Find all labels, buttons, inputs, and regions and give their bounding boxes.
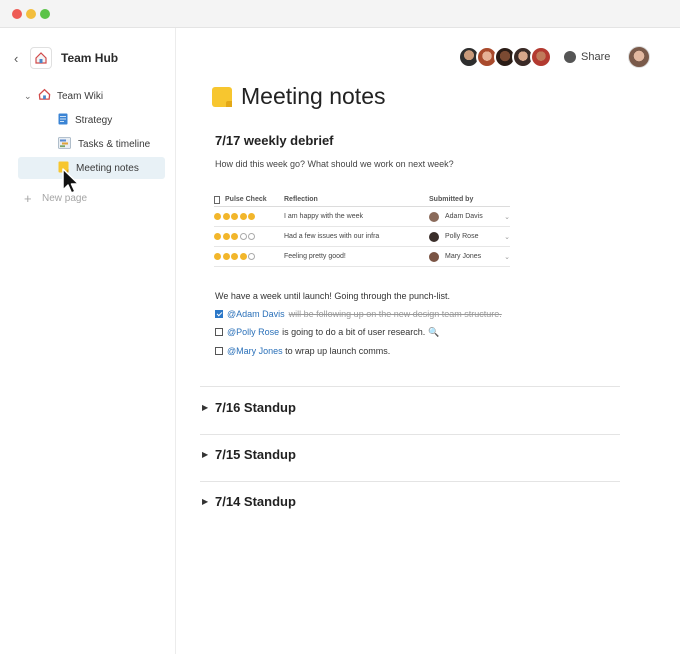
submitter-name[interactable]: Polly Rose	[445, 233, 504, 240]
section-title: 7/15 Standup	[215, 447, 296, 462]
back-chevron-icon[interactable]: ‹	[14, 51, 28, 66]
divider	[200, 386, 620, 387]
table-row[interactable]: Feeling pretty good! Mary Jones ⌄	[214, 247, 510, 267]
sidebar-item-tasks-timeline[interactable]: Tasks & timeline	[58, 133, 150, 155]
sidebar-item-meeting-notes[interactable]: Meeting notes	[18, 157, 165, 179]
current-user-avatar[interactable]	[628, 46, 651, 68]
reflection-cell[interactable]: Feeling pretty good!	[284, 253, 429, 260]
toggle-section[interactable]: ▶ 7/15 Standup	[202, 447, 296, 462]
todo-text[interactable]: to wrap up launch comms.	[283, 346, 390, 356]
todo-text[interactable]: will be following up on the new design t…	[289, 309, 502, 319]
hub-header: ‹ Team Hub	[14, 46, 118, 70]
section-title: 7/14 Standup	[215, 494, 296, 509]
window-titlebar	[0, 0, 680, 28]
pulse-rating[interactable]	[214, 213, 284, 220]
chevron-down-icon[interactable]: ⌄	[504, 213, 510, 221]
table-row[interactable]: I am happy with the week Adam Davis ⌄	[214, 207, 510, 227]
mention-link[interactable]: @Adam Davis	[227, 309, 285, 319]
submitter-name[interactable]: Adam Davis	[445, 213, 504, 220]
avatar	[429, 211, 439, 222]
column-header: Submitted by	[429, 196, 474, 203]
sidebar-item-label: Tasks & timeline	[78, 138, 151, 150]
page-title[interactable]: Meeting notes	[241, 83, 385, 110]
checkbox[interactable]	[215, 310, 223, 318]
question-text[interactable]: How did this week go? What should we wor…	[215, 159, 454, 169]
column-header: Reflection	[284, 196, 318, 203]
minimize-window-button[interactable]	[26, 9, 36, 19]
avatar	[429, 251, 439, 262]
section-title: 7/16 Standup	[215, 400, 296, 415]
share-label: Share	[581, 51, 611, 63]
timeline-icon	[58, 136, 71, 152]
intro-text[interactable]: We have a week until launch! Going throu…	[215, 291, 450, 301]
checkbox[interactable]	[215, 347, 223, 355]
toggle-section[interactable]: ▶ 7/16 Standup	[202, 400, 296, 415]
column-header: Pulse Check	[225, 196, 267, 203]
page-title-row: Meeting notes	[212, 83, 385, 110]
reflection-cell[interactable]: I am happy with the week	[284, 213, 429, 220]
reflection-cell[interactable]: Had a few issues with our infra	[284, 233, 429, 240]
triangle-right-icon[interactable]: ▶	[202, 403, 215, 412]
todo-text[interactable]: is going to do a bit of user research.	[282, 327, 425, 337]
mouse-pointer-icon	[62, 168, 82, 201]
zoom-window-button[interactable]	[40, 9, 50, 19]
sidebar-item-label: Strategy	[75, 114, 113, 126]
table-header: Pulse Check Reflection Submitted by	[214, 193, 510, 207]
bookmark-icon	[214, 195, 220, 204]
triangle-right-icon[interactable]: ▶	[202, 497, 215, 506]
globe-icon	[564, 51, 576, 63]
sidebar: ‹ Team Hub ⌄ Team Wiki Strategy Tasks & …	[0, 28, 176, 654]
close-window-button[interactable]	[12, 9, 22, 19]
pulse-rating[interactable]	[214, 253, 284, 260]
share-button[interactable]: Share	[564, 51, 610, 63]
toggle-section[interactable]: ▶ 7/14 Standup	[202, 494, 296, 509]
mention-link[interactable]: @Mary Jones	[227, 346, 283, 356]
table-row[interactable]: Had a few issues with our infra Polly Ro…	[214, 227, 510, 247]
chevron-down-icon[interactable]: ⌄	[24, 91, 38, 102]
collaborators-bar: Share	[458, 46, 651, 68]
doc-icon	[58, 113, 68, 128]
avatar[interactable]	[530, 46, 552, 68]
triangle-right-icon[interactable]: ▶	[202, 450, 215, 459]
todo-item: @Adam Davis will be following up on the …	[215, 307, 502, 321]
house-icon	[30, 47, 52, 69]
todo-item: @Mary Jones to wrap up launch comms.	[215, 344, 390, 358]
todo-item: @Polly Rose is going to do a bit of user…	[215, 325, 439, 339]
magnifier-icon: 🔍	[428, 326, 440, 337]
house-icon	[38, 88, 51, 104]
note-icon	[212, 86, 232, 107]
pulse-table: Pulse Check Reflection Submitted by I am…	[214, 193, 510, 267]
plus-icon: +	[24, 190, 32, 206]
checkbox[interactable]	[215, 328, 223, 336]
pulse-rating[interactable]	[214, 233, 284, 240]
chevron-down-icon[interactable]: ⌄	[504, 253, 510, 261]
avatar	[429, 231, 439, 242]
sidebar-item-team-wiki[interactable]: ⌄ Team Wiki	[24, 85, 103, 107]
chevron-down-icon[interactable]: ⌄	[504, 233, 510, 241]
mention-link[interactable]: @Polly Rose	[227, 327, 279, 337]
divider	[200, 481, 620, 482]
sidebar-item-strategy[interactable]: Strategy	[58, 109, 112, 131]
section-heading[interactable]: 7/17 weekly debrief	[215, 133, 334, 148]
submitter-name[interactable]: Mary Jones	[445, 253, 504, 260]
sidebar-item-label: Team Wiki	[57, 90, 104, 102]
hub-title[interactable]: Team Hub	[61, 51, 118, 65]
sidebar-item-label: Meeting notes	[76, 162, 139, 174]
divider	[200, 434, 620, 435]
